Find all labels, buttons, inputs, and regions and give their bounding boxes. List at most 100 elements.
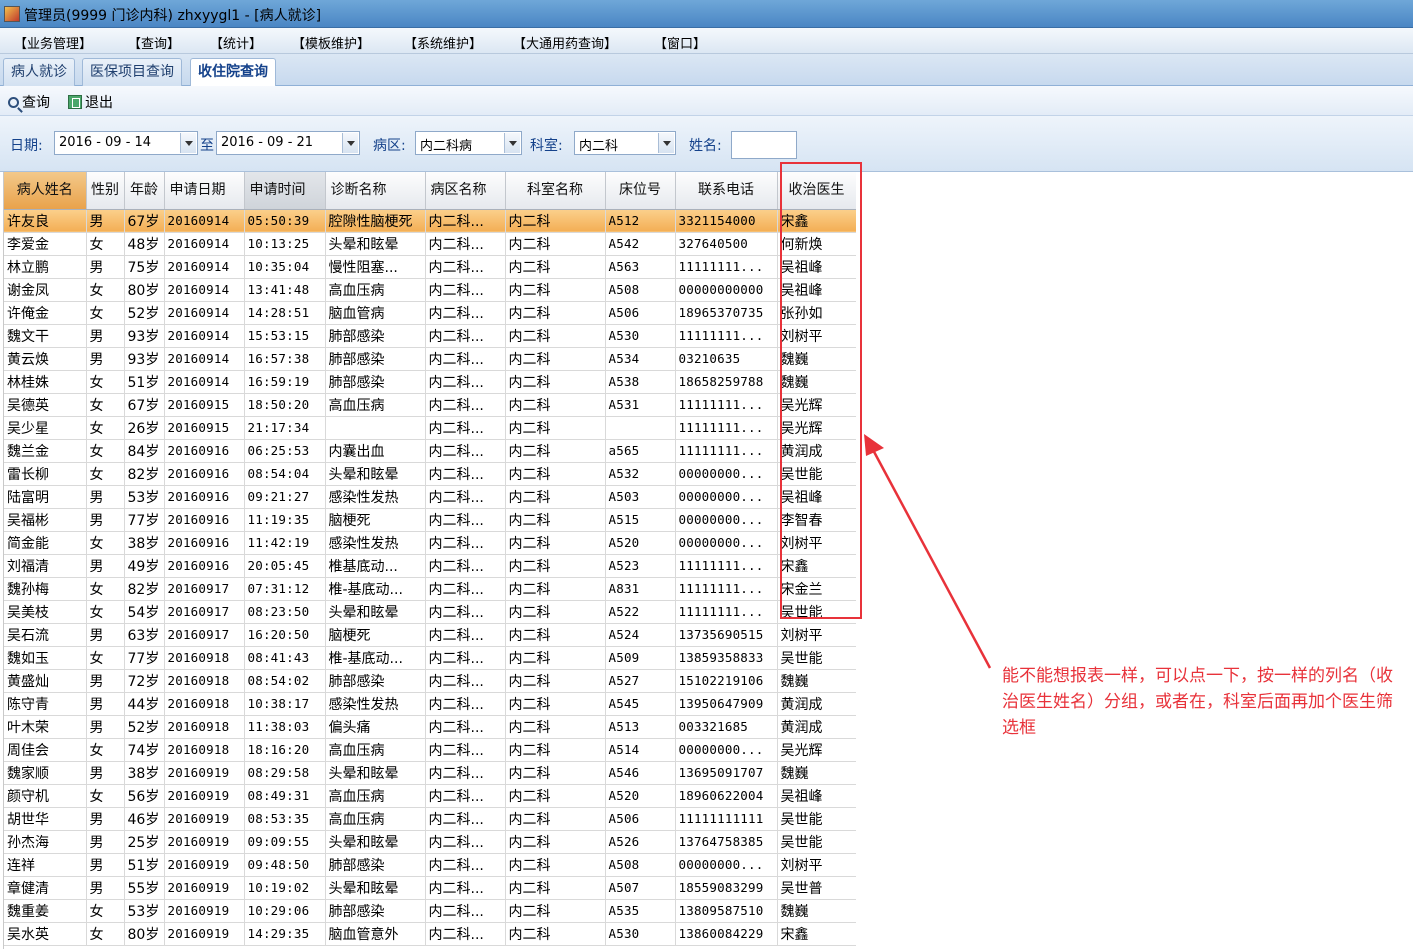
- admission-grid[interactable]: 病人姓名 性别 年龄 申请日期 申请时间 诊断名称 病区名称 科室名称 床位号 …: [3, 172, 856, 949]
- cell-phone[interactable]: 00000000...: [675, 485, 778, 509]
- cell-gender[interactable]: 女: [86, 301, 125, 325]
- cell-phone[interactable]: 3321154000: [675, 209, 778, 233]
- cell-diagnosis[interactable]: 头晕和眩晕: [325, 462, 426, 486]
- cell-apply-time[interactable]: 08:49:31: [244, 784, 326, 808]
- table-row[interactable]: 吴水英女 80岁 20160919 14:29:35 脑血管意外 内二科... 内二科 A53…: [4, 922, 856, 946]
- cell-gender[interactable]: 女: [86, 439, 125, 463]
- cell-gender[interactable]: 男: [86, 554, 125, 578]
- cell-phone[interactable]: 11111111...: [675, 600, 778, 624]
- cell-ward[interactable]: 内二科...: [425, 577, 506, 601]
- cell-doctor[interactable]: 刘树平: [777, 623, 856, 647]
- cell-diagnosis[interactable]: 肺部感染: [325, 347, 426, 371]
- col-apply-time[interactable]: 申请时间: [244, 172, 326, 210]
- cell-apply-date[interactable]: 20160916: [164, 508, 245, 532]
- cell-patient-name[interactable]: 吴福彬: [4, 508, 87, 532]
- cell-department[interactable]: 内二科: [505, 439, 606, 463]
- cell-gender[interactable]: 女: [86, 922, 125, 946]
- cell-age[interactable]: 67岁: [124, 393, 165, 417]
- cell-gender[interactable]: 男: [86, 623, 125, 647]
- cell-patient-name[interactable]: 陈守青: [4, 692, 87, 716]
- cell-gender[interactable]: 男: [86, 508, 125, 532]
- cell-apply-date[interactable]: 20160916: [164, 439, 245, 463]
- cell-patient-name[interactable]: 林立鹏: [4, 255, 87, 279]
- cell-department[interactable]: 内二科: [505, 577, 606, 601]
- cell-bed[interactable]: A831: [605, 577, 676, 601]
- col-ward[interactable]: 病区名称: [425, 172, 506, 210]
- col-patient-name[interactable]: 病人姓名: [4, 172, 87, 210]
- cell-diagnosis[interactable]: 头晕和眩晕: [325, 876, 426, 900]
- cell-phone[interactable]: 13809587510: [675, 899, 778, 923]
- cell-age[interactable]: 75岁: [124, 255, 165, 279]
- cell-apply-date[interactable]: 20160919: [164, 784, 245, 808]
- table-row[interactable]: 魏重姜女 53岁 20160919 10:29:06 肺部感染 内二科... 内二科 A535…: [4, 899, 856, 923]
- cell-apply-date[interactable]: 20160918: [164, 692, 245, 716]
- cell-department[interactable]: 内二科: [505, 232, 606, 256]
- table-row[interactable]: 吴美枝女 54岁 20160917 08:23:50 头晕和眩晕 内二科... 内二科 A52…: [4, 600, 856, 624]
- cell-gender[interactable]: 男: [86, 692, 125, 716]
- table-row[interactable]: 吴石流男 63岁 20160917 16:20:50 脑梗死 内二科... 内二科 A524 1…: [4, 623, 856, 647]
- cell-apply-date[interactable]: 20160914: [164, 347, 245, 371]
- cell-doctor[interactable]: 吴世能: [777, 600, 856, 624]
- cell-ward[interactable]: 内二科...: [425, 876, 506, 900]
- cell-apply-time[interactable]: 18:16:20: [244, 738, 326, 762]
- cell-phone[interactable]: 11111111...: [675, 255, 778, 279]
- cell-patient-name[interactable]: 吴石流: [4, 623, 87, 647]
- cell-ward[interactable]: 内二科...: [425, 600, 506, 624]
- cell-department[interactable]: 内二科: [505, 485, 606, 509]
- col-gender[interactable]: 性别: [86, 172, 125, 210]
- cell-ward[interactable]: 内二科...: [425, 646, 506, 670]
- cell-bed[interactable]: A527: [605, 669, 676, 693]
- cell-apply-time[interactable]: 16:20:50: [244, 623, 326, 647]
- cell-bed[interactable]: A515: [605, 508, 676, 532]
- cell-diagnosis[interactable]: 头晕和眩晕: [325, 830, 426, 854]
- cell-phone[interactable]: 00000000...: [675, 531, 778, 555]
- cell-patient-name[interactable]: 林桂姝: [4, 370, 87, 394]
- cell-gender[interactable]: 男: [86, 761, 125, 785]
- table-row[interactable]: 陈守青男 44岁 20160918 10:38:17 感染性发热 内二科... 内二科 A54…: [4, 692, 856, 716]
- cell-ward[interactable]: 内二科...: [425, 669, 506, 693]
- cell-apply-time[interactable]: 14:28:51: [244, 301, 326, 325]
- cell-doctor[interactable]: 魏巍: [777, 347, 856, 371]
- cell-ward[interactable]: 内二科...: [425, 623, 506, 647]
- cell-department[interactable]: 内二科: [505, 554, 606, 578]
- cell-patient-name[interactable]: 吴德英: [4, 393, 87, 417]
- table-row[interactable]: 魏文干男 93岁 20160914 15:53:15 肺部感染 内二科... 内二科 A530…: [4, 324, 856, 348]
- cell-apply-time[interactable]: 08:29:58: [244, 761, 326, 785]
- cell-gender[interactable]: 男: [86, 209, 125, 233]
- cell-patient-name[interactable]: 谢金凤: [4, 278, 87, 302]
- cell-age[interactable]: 72岁: [124, 669, 165, 693]
- cell-department[interactable]: 内二科: [505, 278, 606, 302]
- cell-apply-date[interactable]: 20160914: [164, 255, 245, 279]
- cell-doctor[interactable]: 吴祖峰: [777, 255, 856, 279]
- cell-apply-date[interactable]: 20160918: [164, 669, 245, 693]
- cell-bed[interactable]: A508: [605, 853, 676, 877]
- cell-apply-time[interactable]: 18:50:20: [244, 393, 326, 417]
- cell-age[interactable]: 67岁: [124, 209, 165, 233]
- cell-diagnosis[interactable]: 高血压病: [325, 738, 426, 762]
- cell-doctor[interactable]: 魏巍: [777, 370, 856, 394]
- cell-phone[interactable]: 11111111111: [675, 807, 778, 831]
- cell-gender[interactable]: 男: [86, 876, 125, 900]
- cell-apply-date[interactable]: 20160917: [164, 623, 245, 647]
- cell-diagnosis[interactable]: 高血压病: [325, 278, 426, 302]
- cell-gender[interactable]: 女: [86, 577, 125, 601]
- cell-diagnosis[interactable]: [325, 416, 426, 440]
- cell-doctor[interactable]: 刘树平: [777, 853, 856, 877]
- table-row[interactable]: 谢金凤女 80岁 20160914 13:41:48 高血压病 内二科... 内二科 A508…: [4, 278, 856, 302]
- cell-department[interactable]: 内二科: [505, 784, 606, 808]
- cell-department[interactable]: 内二科: [505, 669, 606, 693]
- cell-ward[interactable]: 内二科...: [425, 485, 506, 509]
- cell-diagnosis[interactable]: 感染性发热: [325, 531, 426, 555]
- cell-apply-time[interactable]: 16:59:19: [244, 370, 326, 394]
- cell-ward[interactable]: 内二科...: [425, 508, 506, 532]
- cell-doctor[interactable]: 吴光辉: [777, 393, 856, 417]
- cell-patient-name[interactable]: 刘福清: [4, 554, 87, 578]
- cell-patient-name[interactable]: 魏文干: [4, 324, 87, 348]
- cell-doctor[interactable]: 宋鑫: [777, 209, 856, 233]
- cell-patient-name[interactable]: 李爱金: [4, 232, 87, 256]
- cell-diagnosis[interactable]: 肺部感染: [325, 899, 426, 923]
- tab-admission-query[interactable]: 收住院查询: [190, 58, 276, 87]
- cell-apply-time[interactable]: 13:41:48: [244, 278, 326, 302]
- menu-business[interactable]: 【业务管理】: [14, 33, 92, 52]
- cell-department[interactable]: 内二科: [505, 922, 606, 946]
